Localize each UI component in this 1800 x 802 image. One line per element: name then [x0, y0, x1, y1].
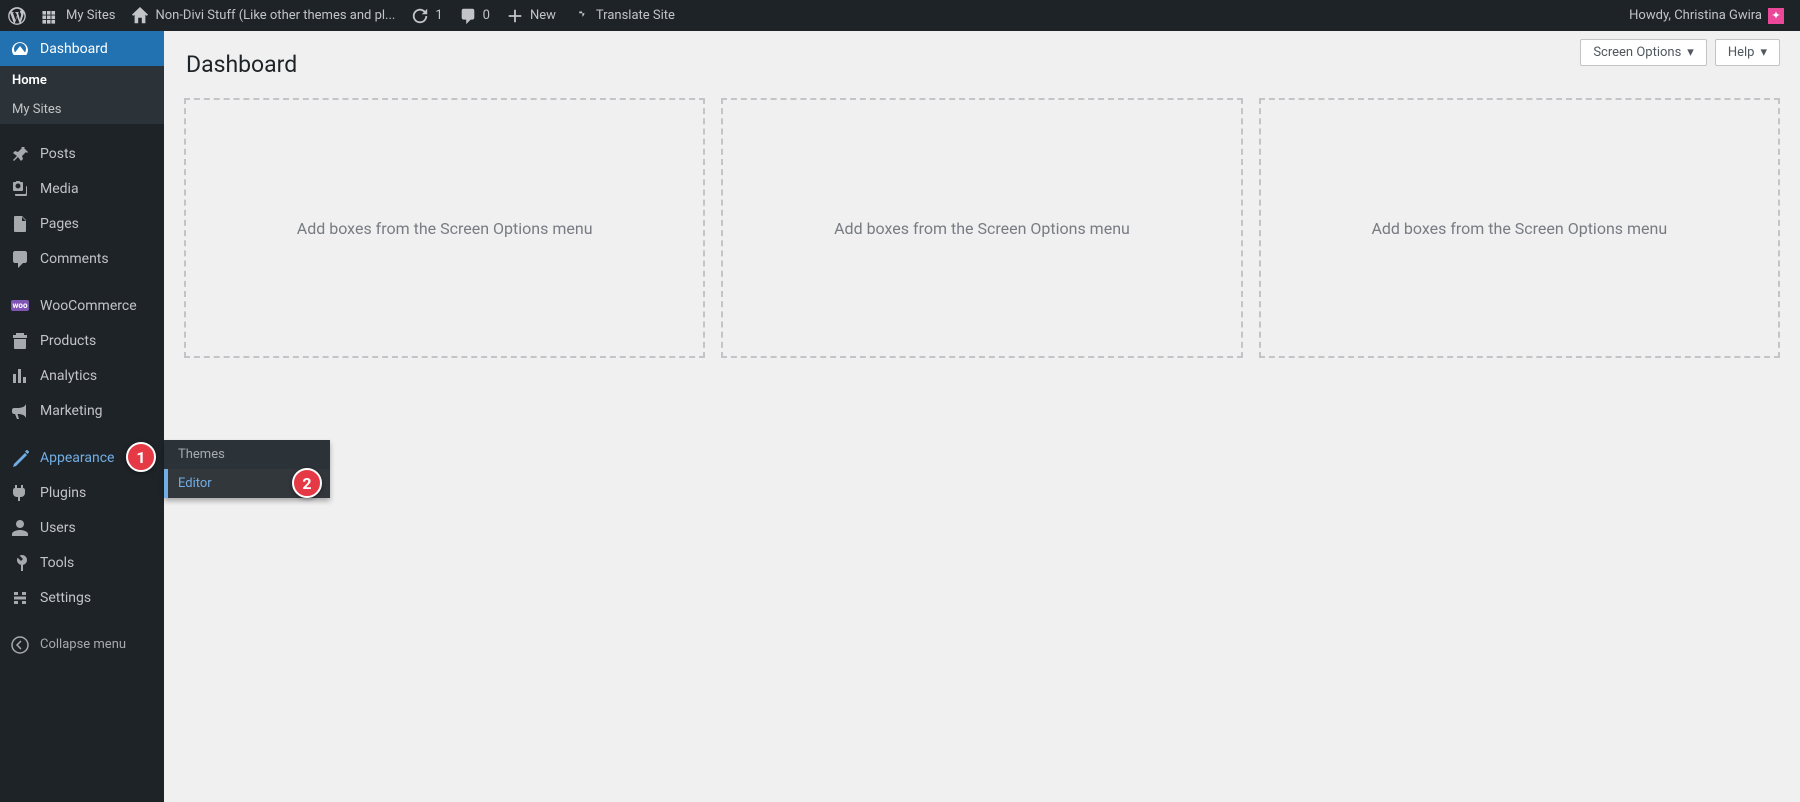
dashboard-dropzone-2[interactable]: Add boxes from the Screen Options menu	[721, 98, 1242, 358]
sidebar-item-label: Users	[40, 520, 76, 536]
admin-sidebar: Dashboard Home My Sites Posts Media Page…	[0, 31, 164, 802]
main-content: Screen Options ▾ Help ▾ Dashboard Add boxe…	[164, 31, 1800, 802]
sidebar-item-label: Comments	[40, 251, 109, 267]
appearance-flyout: Themes Editor 2	[164, 440, 330, 498]
screen-options-button[interactable]: Screen Options ▾	[1580, 39, 1707, 66]
dashboard-icon	[10, 39, 30, 59]
chevron-down-icon: ▾	[1687, 45, 1694, 60]
new-label: New	[530, 8, 556, 23]
annotation-2: 2	[292, 468, 322, 498]
woocommerce-icon: woo	[10, 300, 30, 311]
refresh-link[interactable]: 1	[403, 0, 450, 31]
comments-link[interactable]: 0	[451, 0, 498, 31]
sidebar-item-label: Posts	[40, 146, 76, 162]
sidebar-item-plugins[interactable]: Plugins	[0, 475, 164, 510]
site-name-label: Non-Divi Stuff (Like other themes and pl…	[155, 8, 395, 23]
sidebar-item-dashboard[interactable]: Dashboard	[0, 31, 164, 66]
howdy-label: Howdy, Christina Gwira	[1629, 8, 1762, 23]
dashboard-dropzone-1[interactable]: Add boxes from the Screen Options menu	[184, 98, 705, 358]
sidebar-item-pages[interactable]: Pages	[0, 206, 164, 241]
flyout-item-themes[interactable]: Themes	[164, 440, 330, 469]
pages-icon	[10, 214, 30, 234]
sidebar-item-label: Pages	[40, 216, 79, 232]
translate-label: Translate Site	[596, 8, 675, 23]
translate-link[interactable]: Translate Site	[564, 0, 683, 31]
network-icon	[42, 7, 60, 25]
comment-icon	[10, 249, 30, 269]
sidebar-item-label: Appearance	[40, 450, 114, 466]
dashboard-dropzone-3[interactable]: Add boxes from the Screen Options menu	[1259, 98, 1780, 358]
comments-count: 0	[483, 8, 490, 23]
users-icon	[10, 518, 30, 538]
help-button[interactable]: Help ▾	[1715, 39, 1780, 66]
avatar: ✦	[1768, 8, 1784, 24]
sidebar-item-label: Tools	[40, 555, 74, 571]
sidebar-item-label: Plugins	[40, 485, 86, 501]
new-link[interactable]: New	[498, 0, 564, 31]
howdy-link[interactable]: Howdy, Christina Gwira ✦	[1621, 0, 1792, 31]
sidebar-item-users[interactable]: Users	[0, 510, 164, 545]
chevron-down-icon: ▾	[1760, 45, 1767, 60]
refresh-count: 1	[435, 8, 442, 23]
sidebar-item-woocommerce[interactable]: woo WooCommerce	[0, 288, 164, 323]
sidebar-item-label: Dashboard	[40, 41, 108, 57]
sidebar-item-label: Products	[40, 333, 96, 349]
my-sites-link[interactable]: My Sites	[34, 0, 123, 31]
products-icon	[10, 331, 30, 351]
submenu-item-mysites[interactable]: My Sites	[0, 95, 164, 124]
sidebar-item-label: Collapse menu	[40, 637, 126, 652]
sidebar-item-media[interactable]: Media	[0, 171, 164, 206]
admin-bar: My Sites Non-Divi Stuff (Like other them…	[0, 0, 1800, 31]
settings-icon	[10, 588, 30, 608]
sidebar-item-settings[interactable]: Settings	[0, 580, 164, 615]
pin-icon	[10, 144, 30, 164]
wordpress-icon	[8, 7, 26, 25]
translate-icon	[572, 7, 590, 25]
page-title: Dashboard	[186, 51, 1780, 78]
screen-options-label: Screen Options	[1593, 45, 1681, 60]
comment-icon	[459, 7, 477, 25]
marketing-icon	[10, 401, 30, 421]
wp-logo[interactable]	[0, 0, 34, 31]
home-icon	[131, 7, 149, 25]
plugins-icon	[10, 483, 30, 503]
refresh-icon	[411, 7, 429, 25]
my-sites-label: My Sites	[66, 8, 115, 23]
appearance-icon	[10, 448, 30, 468]
submenu-item-home[interactable]: Home	[0, 66, 164, 95]
site-name-link[interactable]: Non-Divi Stuff (Like other themes and pl…	[123, 0, 403, 31]
sidebar-item-posts[interactable]: Posts	[0, 136, 164, 171]
sidebar-item-label: Marketing	[40, 403, 103, 419]
annotation-1: 1	[126, 442, 156, 472]
sidebar-item-label: WooCommerce	[40, 298, 137, 314]
sidebar-item-products[interactable]: Products	[0, 323, 164, 358]
media-icon	[10, 179, 30, 199]
plus-icon	[506, 7, 524, 25]
sidebar-item-label: Media	[40, 181, 79, 197]
tools-icon	[10, 553, 30, 573]
sidebar-item-label: Settings	[40, 590, 91, 606]
sidebar-item-tools[interactable]: Tools	[0, 545, 164, 580]
sidebar-item-comments[interactable]: Comments	[0, 241, 164, 276]
collapse-icon	[10, 635, 30, 655]
sidebar-item-analytics[interactable]: Analytics	[0, 358, 164, 393]
sidebar-item-collapse[interactable]: Collapse menu	[0, 627, 164, 662]
sidebar-item-label: Analytics	[40, 368, 97, 384]
analytics-icon	[10, 366, 30, 386]
help-label: Help	[1728, 45, 1755, 60]
sidebar-item-marketing[interactable]: Marketing	[0, 393, 164, 428]
